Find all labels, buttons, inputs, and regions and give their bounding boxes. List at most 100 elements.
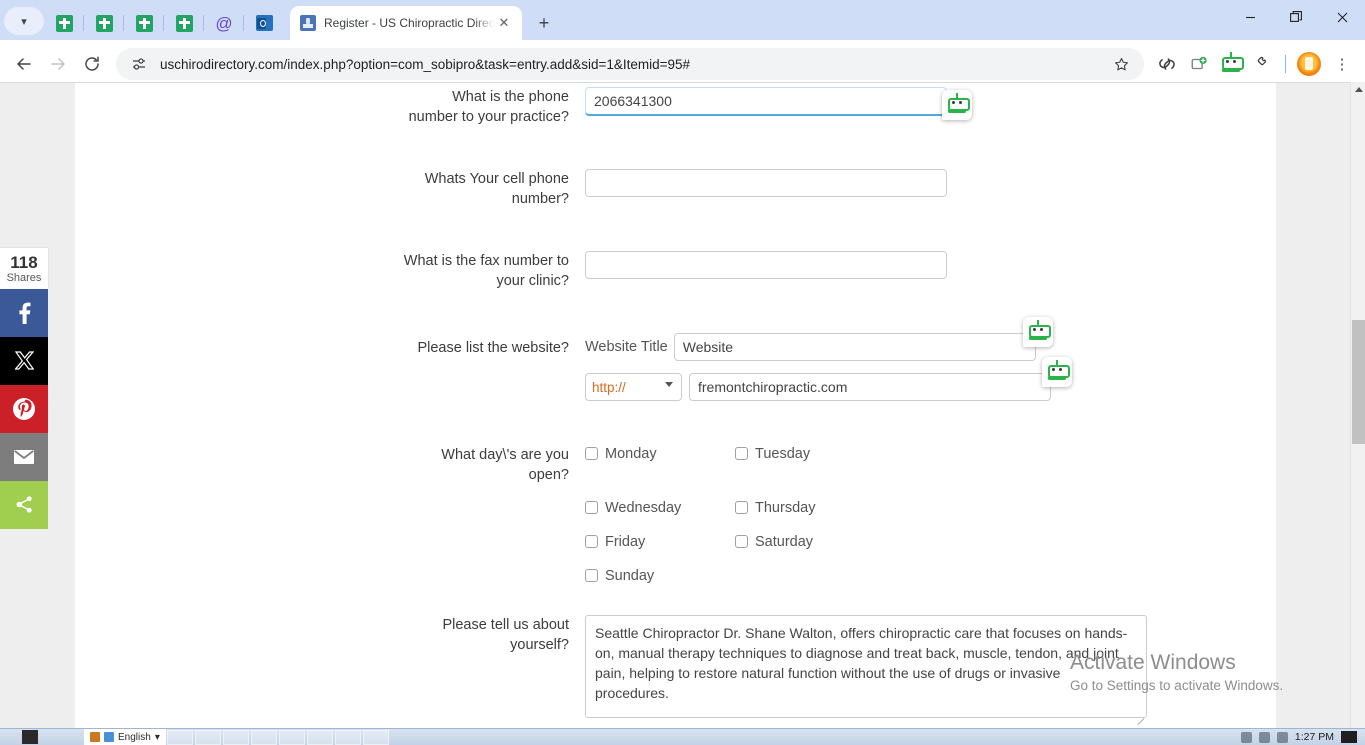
phone-input[interactable]	[585, 87, 947, 115]
checkbox-sunday[interactable]: Sunday	[585, 567, 735, 585]
email-share-button[interactable]	[0, 432, 48, 481]
checkbox-box-tuesday[interactable]	[735, 447, 748, 460]
days-row-1: Monday Tuesday	[585, 445, 915, 463]
active-tab[interactable]: Register - US Chiropractic Direc ✕	[290, 6, 522, 40]
taskbar-item-7[interactable]	[334, 729, 361, 745]
language-bar[interactable]: English ▾	[84, 729, 166, 745]
forward-button[interactable]	[42, 48, 74, 80]
scrollbar-thumb[interactable]	[1352, 320, 1365, 444]
cell-field-wrap	[585, 169, 947, 197]
website-url-input[interactable]	[689, 373, 1051, 401]
cell-phone-input[interactable]	[585, 169, 947, 197]
autofill-robot-badge-phone[interactable]	[942, 90, 972, 120]
new-tab-button[interactable]: +	[530, 9, 558, 37]
about-yourself-label: Please tell us about yourself?	[75, 615, 585, 655]
fax-label: What is the fax number to your clinic?	[75, 251, 585, 291]
site-settings-tune-icon[interactable]	[130, 55, 148, 73]
protocol-select-wrap: http://	[585, 373, 682, 401]
about-yourself-textarea[interactable]: Seattle Chiropractor Dr. Shane Walton, o…	[585, 615, 1147, 718]
fax-label-line1: What is the fax number to	[403, 253, 569, 269]
taskbar-item-6[interactable]	[306, 729, 333, 745]
sheets-icon	[175, 14, 193, 32]
tab-search-chevron-down-icon[interactable]: ▾	[4, 7, 44, 35]
days-label-line2: open?	[528, 467, 569, 483]
checkbox-friday[interactable]: Friday	[585, 533, 735, 551]
taskbar-item-1[interactable]	[166, 729, 193, 745]
checkbox-wednesday[interactable]: Wednesday	[585, 499, 735, 517]
vertical-scrollbar[interactable]	[1350, 82, 1365, 745]
checkbox-box-saturday[interactable]	[735, 535, 748, 548]
close-tab-icon[interactable]: ✕	[494, 13, 514, 33]
twitter-x-share-button[interactable]	[0, 336, 48, 385]
taskbar-item-4[interactable]	[250, 729, 277, 745]
checkbox-thursday[interactable]: Thursday	[735, 499, 815, 517]
google-sheets-tab-1[interactable]	[44, 6, 84, 40]
back-button[interactable]	[8, 48, 40, 80]
days-row-4: Sunday	[585, 567, 915, 585]
taskbar-clock[interactable]: 1:27 PM	[1295, 731, 1334, 743]
tray-icon-1[interactable]	[1240, 731, 1252, 743]
protocol-select[interactable]: http://	[585, 373, 682, 401]
windows-taskbar: English ▾ 1:27 PM	[0, 728, 1365, 745]
mail-at-tab[interactable]: @	[204, 6, 244, 40]
taskbar-item-5[interactable]	[278, 729, 305, 745]
taskbar-item-2[interactable]	[194, 729, 221, 745]
google-sheets-tab-2[interactable]	[84, 6, 124, 40]
bookmark-star-icon[interactable]	[1108, 51, 1134, 77]
window-controls	[1227, 0, 1365, 34]
maximize-restore-button[interactable]	[1273, 0, 1319, 34]
chrome-menu-icon[interactable]: ⋮	[1327, 49, 1357, 79]
tray-icon-2[interactable]	[1258, 731, 1270, 743]
checkbox-box-sunday[interactable]	[585, 569, 598, 582]
url-text: uschirodirectory.com/index.php?option=co…	[160, 56, 691, 72]
about-yourself-label-line2: yourself?	[510, 637, 569, 653]
website-title-input[interactable]	[673, 333, 1036, 361]
website-title-label: Website Title	[585, 339, 668, 355]
checkbox-saturday[interactable]: Saturday	[735, 533, 813, 551]
more-share-button[interactable]	[0, 480, 48, 529]
robot-glyph	[1029, 319, 1051, 340]
autofill-robot-icon[interactable]	[1216, 49, 1246, 79]
add-to-collection-icon[interactable]	[1184, 49, 1214, 79]
outlook-tab[interactable]	[244, 6, 284, 40]
extensions-puzzle-icon[interactable]	[1248, 49, 1278, 79]
autofill-robot-badge-website-title[interactable]	[1023, 317, 1053, 347]
scroll-up-arrow-icon[interactable]	[1351, 82, 1365, 97]
form-row-days: What day\'s are you open? Monday Tuesday	[75, 445, 1276, 585]
google-sheets-tab-4[interactable]	[164, 6, 204, 40]
autofill-robot-badge-website-url[interactable]	[1042, 357, 1072, 387]
show-desktop-button[interactable]	[1341, 731, 1357, 743]
sheets-icon	[55, 14, 73, 32]
checkbox-label-tuesday: Tuesday	[755, 446, 811, 462]
robot-eye-right	[959, 100, 962, 104]
fax-input[interactable]	[585, 251, 947, 279]
fax-label-line2: your clinic?	[496, 273, 569, 289]
cell-label-line2: number?	[511, 191, 569, 207]
checkbox-label-friday: Friday	[605, 534, 646, 550]
tray-icon-3[interactable]	[1276, 731, 1288, 743]
phone-label-line2: number to your practice?	[408, 109, 569, 125]
registration-form: What is the phone number to your practic…	[75, 83, 1276, 745]
site-favicon	[300, 15, 316, 31]
checkbox-box-thursday[interactable]	[735, 501, 748, 514]
pinterest-share-button[interactable]	[0, 384, 48, 433]
fax-field-wrap	[585, 251, 947, 279]
windows-start-button[interactable]	[22, 730, 38, 744]
minimize-button[interactable]	[1227, 0, 1273, 34]
address-bar[interactable]: uschirodirectory.com/index.php?option=co…	[116, 48, 1144, 80]
checkbox-box-friday[interactable]	[585, 535, 598, 548]
taskbar-item-3[interactable]	[222, 729, 249, 745]
checkbox-box-wednesday[interactable]	[585, 501, 598, 514]
language-caret-icon[interactable]: ▾	[155, 732, 160, 743]
close-window-button[interactable]	[1319, 0, 1365, 34]
facebook-share-button[interactable]	[0, 288, 48, 337]
google-sheets-tab-3[interactable]	[124, 6, 164, 40]
reload-button[interactable]	[76, 48, 108, 80]
profile-avatar[interactable]	[1297, 52, 1321, 76]
close-icon	[1337, 12, 1347, 22]
checkbox-tuesday[interactable]: Tuesday	[735, 445, 810, 463]
taskbar-item-8[interactable]	[362, 729, 389, 745]
checkbox-box-monday[interactable]	[585, 447, 598, 460]
checkbox-monday[interactable]: Monday	[585, 445, 735, 463]
link-share-icon[interactable]	[1152, 49, 1182, 79]
